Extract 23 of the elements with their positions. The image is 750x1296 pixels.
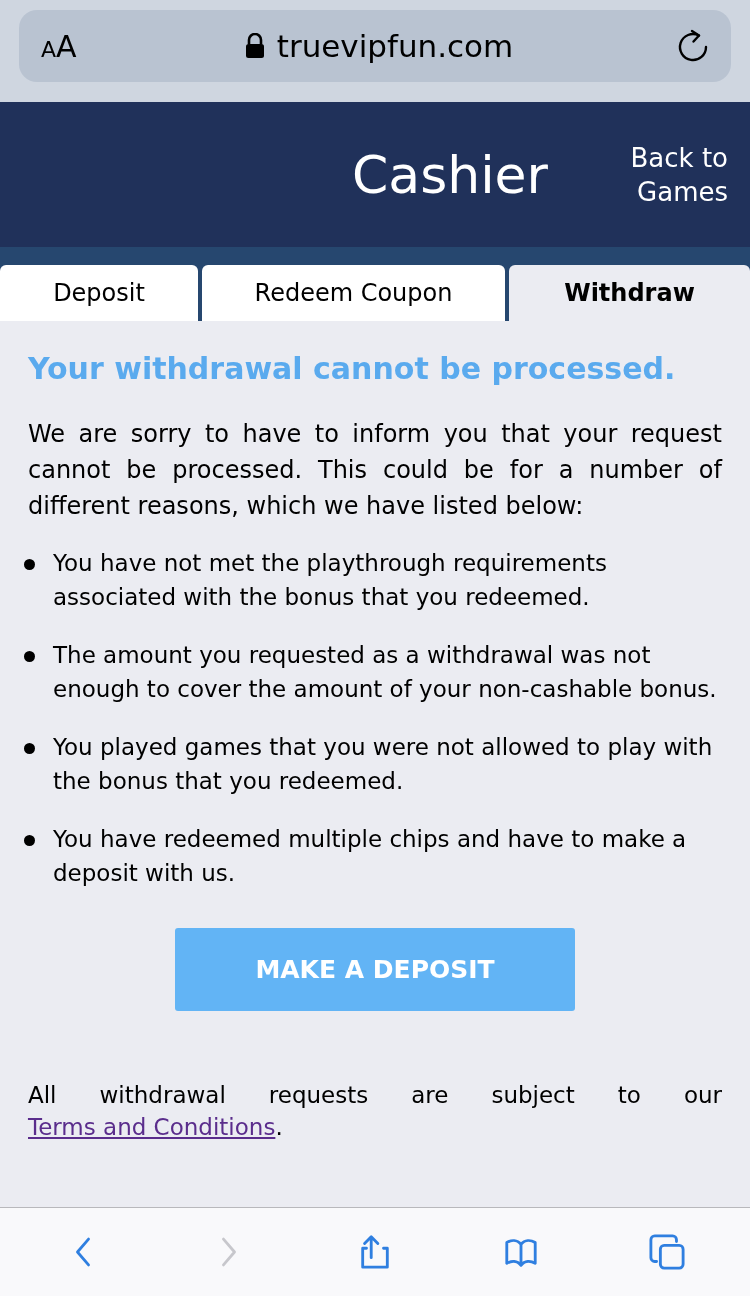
reload-icon[interactable]	[677, 29, 709, 63]
error-heading: Your withdrawal cannot be processed.	[28, 351, 677, 386]
reason-text: You have not met the playthrough requirements associated with the bonus that you redeemed.	[53, 549, 608, 612]
tab[interactable]: Withdraw	[509, 265, 750, 321]
terms-link[interactable]: Terms and Conditions	[28, 1114, 276, 1140]
bullet-icon	[24, 743, 35, 754]
tab[interactable]: Redeem Coupon	[202, 265, 505, 321]
text-size-button[interactable]: AA	[41, 28, 101, 64]
bullet-icon	[24, 559, 35, 570]
bullet-icon	[24, 835, 35, 846]
reason-text: You have redeemed multiple chips and have to make a deposit with us.	[53, 825, 688, 888]
lock-icon	[244, 33, 265, 59]
terms-paragraph: All withdrawal requests are subject to our Terms and Conditions.	[28, 1081, 722, 1142]
tabs-icon[interactable]	[649, 1234, 685, 1270]
url-text: truevipfun.com	[276, 28, 514, 64]
tab[interactable]: Deposit	[0, 265, 198, 321]
intro-paragraph: We are sorry to have to inform you that your request cannot be processed. This could be for a number of different reasons, which we have listed below:	[28, 419, 722, 522]
reason-text: The amount you requested as a withdrawal was not enough to cover the amount of your non-cashable bonus.	[53, 641, 718, 704]
back-to-games-link[interactable]: Back to Games	[628, 140, 728, 209]
bullet-icon	[24, 651, 35, 662]
reason-text: You played games that you were not allowed to play with the bonus that you redeemed.	[53, 733, 714, 796]
page-title: Cashier	[351, 144, 548, 205]
address-bar[interactable]: AA truevipfun.com	[19, 10, 731, 82]
